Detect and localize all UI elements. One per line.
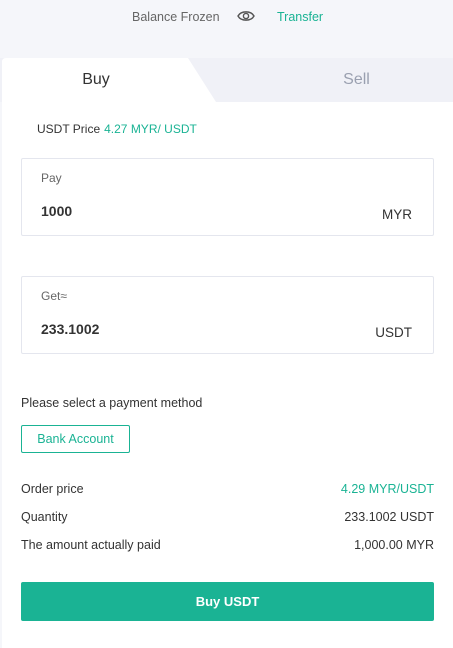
bank-account-button[interactable]: Bank Account xyxy=(21,425,130,453)
quantity-value: 233.1002 USDT xyxy=(344,510,434,524)
quantity-label: Quantity xyxy=(21,510,68,524)
pay-input-box[interactable]: Pay 1000 MYR xyxy=(21,158,434,236)
payment-method-prompt: Please select a payment method xyxy=(21,396,203,410)
amount-paid-label: The amount actually paid xyxy=(21,538,161,552)
pay-label: Pay xyxy=(41,171,62,185)
order-price-value: 4.29 MYR/USDT xyxy=(340,482,434,496)
usdt-price-row: USDT Price 4.27 MYR/ USDT xyxy=(37,122,197,136)
order-price-row: Order price 4.29 MYR/USDT xyxy=(21,482,434,498)
balance-frozen-label: Balance Frozen xyxy=(132,10,220,24)
amount-paid-value: 1,000.00 MYR xyxy=(354,538,434,552)
transfer-link[interactable]: Transfer xyxy=(277,10,323,24)
get-currency: USDT xyxy=(375,325,412,340)
buy-usdt-button[interactable]: Buy USDT xyxy=(21,582,434,621)
pay-currency: MYR xyxy=(382,207,412,222)
balance-header: Balance Frozen Transfer xyxy=(0,0,453,58)
quantity-row: Quantity 233.1002 USDT xyxy=(21,510,434,526)
pay-amount-input[interactable]: 1000 xyxy=(41,203,72,219)
tab-buy[interactable]: Buy xyxy=(2,58,190,102)
amount-paid-row: The amount actually paid 1,000.00 MYR xyxy=(21,538,434,554)
usdt-price-value: 4.27 MYR/ USDT xyxy=(104,122,197,136)
order-price-label: Order price xyxy=(21,482,84,496)
get-input-box[interactable]: Get≈ 233.1002 USDT xyxy=(21,276,434,354)
tab-sell[interactable]: Sell xyxy=(260,58,453,102)
eye-icon[interactable] xyxy=(237,9,255,23)
get-amount-input[interactable]: 233.1002 xyxy=(41,321,99,337)
get-label: Get≈ xyxy=(41,289,67,303)
usdt-price-label: USDT Price xyxy=(37,122,101,136)
